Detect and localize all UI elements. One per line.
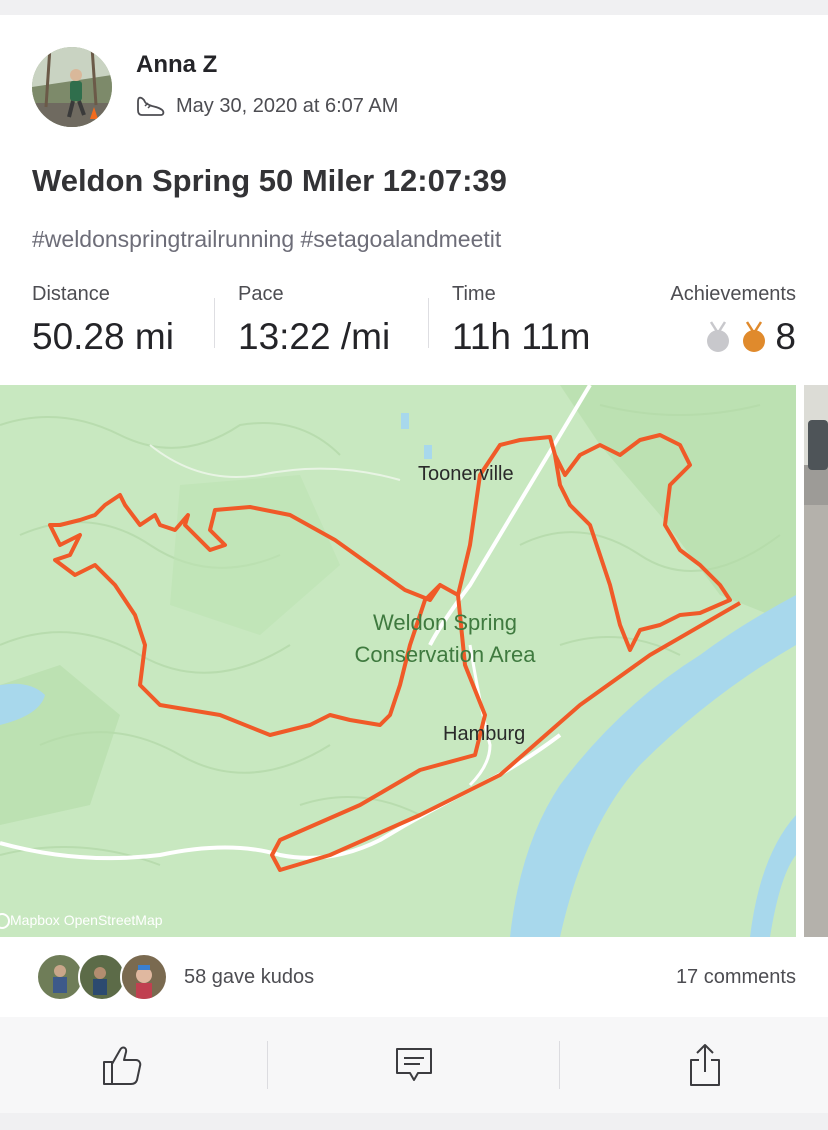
comments-count[interactable]: 17 comments (676, 966, 796, 989)
kudos-thumb-icon (103, 1046, 142, 1085)
map-area-label: Weldon Spring Conservation Area (320, 607, 570, 671)
activity-card[interactable]: Anna Z May 30, 2020 at 6:07 AM Weldon Sp… (0, 15, 828, 1113)
route-map[interactable]: Toonerville Hamburg Weldon Spring Conser… (0, 385, 796, 937)
stat-pace-label: Pace (238, 283, 284, 305)
activity-title[interactable]: Weldon Spring 50 Miler 12:07:39 (32, 163, 507, 199)
athlete-avatar[interactable] (32, 47, 112, 127)
stat-time-label: Time (452, 283, 496, 305)
action-divider (559, 1041, 560, 1089)
map-area-line2: Conservation Area (354, 642, 536, 667)
activity-photo-preview[interactable] (804, 385, 828, 937)
achievements-count: 8 (775, 316, 796, 357)
stat-divider (428, 298, 429, 348)
map-place-tooneville: Toonerville (418, 463, 514, 485)
stat-achievements-label: Achievements (670, 283, 796, 305)
stat-time-value: 11h 11m (452, 316, 591, 357)
kudos-count[interactable]: 58 gave kudos (184, 966, 314, 989)
action-bar (0, 1017, 828, 1113)
map-place-hamburg: Hamburg (443, 723, 526, 745)
kudo-avatar (36, 953, 84, 1001)
kudo-avatar (120, 953, 168, 1001)
stat-divider (214, 298, 215, 348)
stat-distance: Distance 50.28 mi (32, 283, 174, 358)
activity-meta: May 30, 2020 at 6:07 AM (136, 89, 398, 123)
bronze-medal-icon (743, 321, 766, 352)
activity-timestamp: May 30, 2020 at 6:07 AM (176, 94, 399, 117)
stat-time: Time 11h 11m (452, 283, 591, 358)
share-button[interactable] (605, 1017, 805, 1113)
kudos-button[interactable] (22, 1017, 222, 1113)
map-attribution[interactable]: Mapbox OpenStreetMap (10, 912, 163, 928)
map-area-line1: Weldon Spring (373, 610, 517, 635)
comment-button[interactable] (314, 1017, 514, 1113)
kudos-avatars[interactable] (36, 953, 168, 1003)
stat-distance-label: Distance (32, 283, 110, 305)
action-divider (267, 1041, 268, 1089)
mapbox-attribution: Mapbox OpenStreetMap (10, 912, 163, 928)
athlete-name[interactable]: Anna Z (136, 51, 217, 79)
activity-description: #weldonspringtrailrunning #setagoalandme… (32, 226, 502, 252)
silver-medal-icon (707, 321, 730, 352)
stat-achievements[interactable]: Achievements 8 (670, 283, 796, 358)
running-shoe-icon (137, 96, 165, 116)
share-icon (690, 1044, 720, 1086)
kudo-avatar (78, 953, 126, 1001)
stat-distance-value: 50.28 mi (32, 316, 174, 357)
stat-pace: Pace 13:22 /mi (238, 283, 390, 358)
stat-pace-value: 13:22 /mi (238, 316, 391, 357)
comment-icon (396, 1048, 432, 1081)
